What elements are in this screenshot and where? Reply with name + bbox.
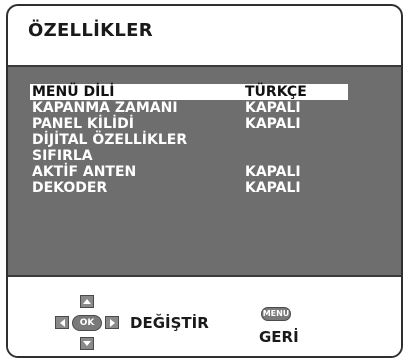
menu-item-value: KAPALI [245, 164, 301, 180]
arrow-down-icon [80, 337, 94, 350]
change-hint-label: DEĞİŞTİR [130, 314, 209, 332]
menu-item-shutdown-timer[interactable]: KAPANMA ZAMANI KAPALI [30, 100, 348, 116]
navigation-dpad-icon: OK [55, 295, 121, 351]
menu-item-value: TÜRKÇE [245, 84, 307, 100]
page-title: ÖZELLİKLER [28, 20, 153, 41]
help-footer: OK DEĞİŞTİR MENU GERİ [8, 277, 401, 356]
menu-item-active-antenna[interactable]: AKTİF ANTEN KAPALI [30, 164, 348, 180]
menu-item-label: DEKODER [32, 180, 108, 196]
arrow-left-icon [55, 316, 69, 329]
ok-button-icon: OK [72, 315, 102, 331]
menu-item-value: KAPALI [245, 100, 301, 116]
menu-item-value: KAPALI [245, 116, 301, 132]
menu-item-reset[interactable]: SIFIRLA [30, 148, 348, 164]
menu-item-panel-lock[interactable]: PANEL KİLİDİ KAPALI [30, 116, 348, 132]
arrow-up-icon [80, 295, 94, 308]
menu-item-decoder[interactable]: DEKODER KAPALI [30, 180, 348, 196]
arrow-right-icon [105, 316, 119, 329]
menu-item-label: KAPANMA ZAMANI [32, 100, 178, 116]
menu-item-label: PANEL KİLİDİ [32, 116, 134, 132]
menu-item-value: KAPALI [245, 180, 301, 196]
menu-panel: MENÜ DİLİ TÜRKÇE KAPANMA ZAMANI KAPALI P… [8, 65, 401, 277]
menu-item-digital-features[interactable]: DİJİTAL ÖZELLİKLER [30, 132, 348, 148]
back-hint-label: GERİ [259, 328, 299, 346]
features-menu-window: ÖZELLİKLER MENÜ DİLİ TÜRKÇE KAPANMA ZAMA… [6, 4, 403, 358]
menu-button-icon: MENU [261, 307, 291, 321]
menu-item-label: MENÜ DİLİ [32, 84, 115, 100]
menu-item-menu-language[interactable]: MENÜ DİLİ TÜRKÇE [30, 84, 348, 100]
menu-item-label: AKTİF ANTEN [32, 164, 137, 180]
menu-item-label: SIFIRLA [32, 148, 93, 164]
menu-item-label: DİJİTAL ÖZELLİKLER [32, 132, 188, 148]
